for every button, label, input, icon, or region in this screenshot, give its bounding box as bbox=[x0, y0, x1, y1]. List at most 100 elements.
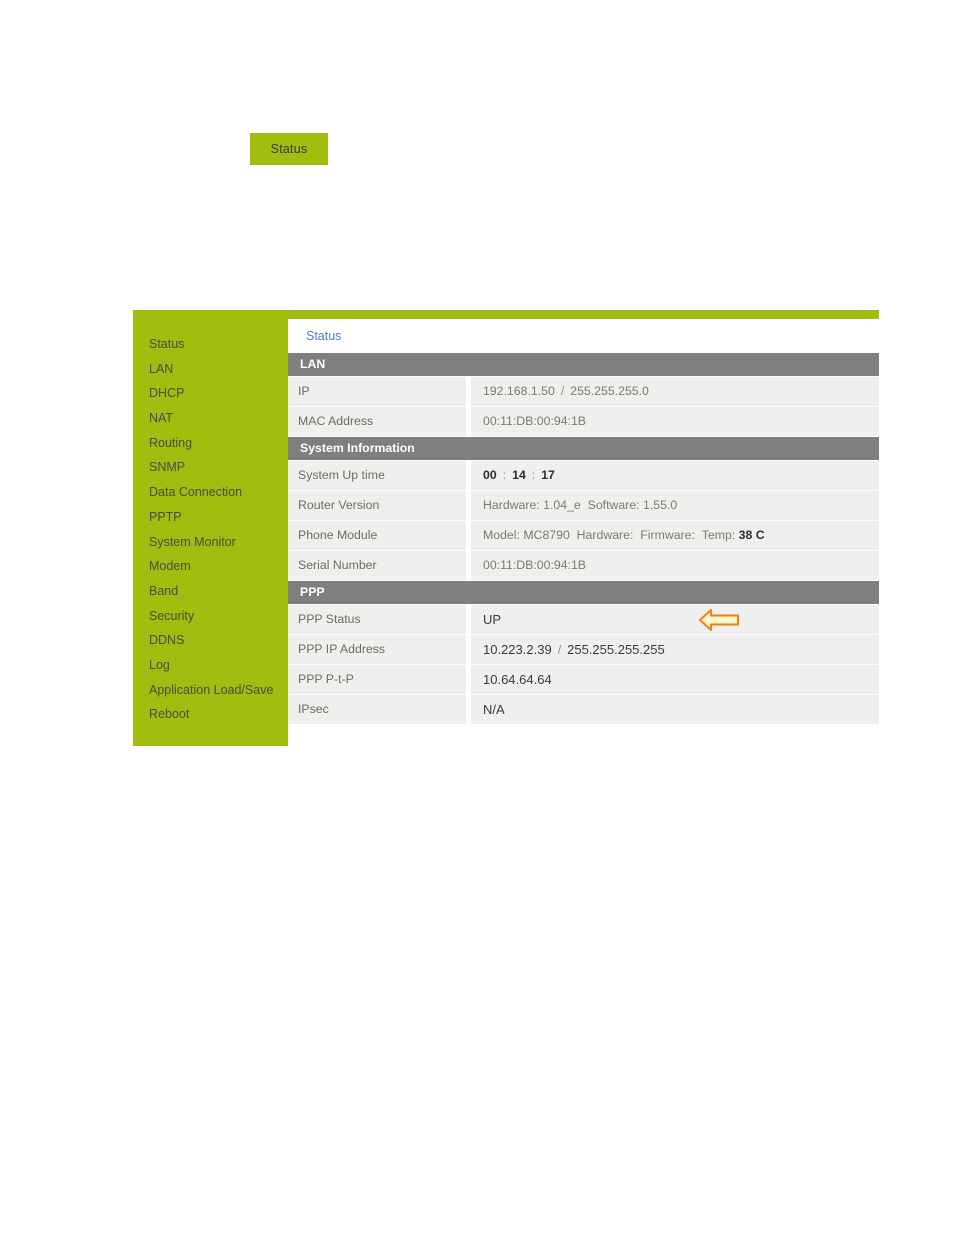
row-label: Router Version bbox=[288, 491, 466, 520]
ppp-status-badge: UP bbox=[483, 612, 502, 627]
phone-model-value: MC8790 bbox=[523, 528, 570, 542]
sidebar-item-label: Application Load/Save bbox=[149, 682, 274, 697]
ppp-ip-value: 10.223.2.39 bbox=[483, 642, 552, 657]
sidebar-item-label: Modem bbox=[149, 559, 191, 574]
sidebar-item-label: System Monitor bbox=[149, 534, 236, 549]
phone-firmware-key: Firmware: bbox=[640, 528, 695, 542]
section-header-lan: LAN bbox=[288, 353, 879, 376]
sidebar-item-data-connection[interactable]: Data Connection bbox=[133, 480, 288, 505]
status-button-label: Status bbox=[270, 142, 308, 156]
sidebar-item-modem[interactable]: Modem bbox=[133, 554, 288, 579]
sidebar-item-label: Routing bbox=[149, 435, 193, 450]
sidebar-item-label: NAT bbox=[149, 411, 174, 426]
row-label: PPP Status bbox=[288, 605, 466, 634]
section-title: System Information bbox=[300, 441, 415, 455]
row-value-ppp-status: UP bbox=[471, 605, 879, 634]
sidebar-item-lan[interactable]: LAN bbox=[133, 357, 288, 382]
table-row-system-uptime: System Up time 00:14:17 bbox=[288, 461, 879, 490]
row-label: System Up time bbox=[288, 461, 466, 490]
section-header-ppp: PPP bbox=[288, 581, 879, 604]
row-value-ppp-ip-address: 10.223.2.39 / 255.255.255.255 bbox=[471, 635, 879, 664]
table-row-serial-number: Serial Number 00:11:DB:00:94:1B bbox=[288, 551, 879, 580]
ipsec-value: N/A bbox=[483, 702, 505, 717]
sidebar-nav: Status LAN DHCP NAT Routing SNMP Data Co… bbox=[133, 319, 288, 746]
sidebar-item-label: DHCP bbox=[149, 386, 185, 401]
sidebar-item-label: Status bbox=[149, 337, 185, 351]
sidebar-item-label: Reboot bbox=[149, 707, 190, 722]
breadcrumb: Status bbox=[288, 319, 879, 353]
row-label: PPP P-t-P bbox=[288, 665, 466, 694]
status-button[interactable]: Status bbox=[250, 133, 328, 165]
sidebar-item-label: Security bbox=[149, 608, 195, 623]
row-value-lan-ip: 192.168.1.50 / 255.255.255.0 bbox=[471, 377, 879, 406]
router-software-value: 1.55.0 bbox=[643, 498, 678, 512]
row-label: PPP IP Address bbox=[288, 635, 466, 664]
sidebar-item-routing[interactable]: Routing bbox=[133, 431, 288, 456]
table-row-phone-module: Phone Module Model: MC8790 Hardware: Fir… bbox=[288, 521, 879, 550]
table-row-lan-ip: IP 192.168.1.50 / 255.255.255.0 bbox=[288, 377, 879, 406]
uptime-colon: : bbox=[502, 468, 507, 482]
uptime-minutes: 14 bbox=[512, 468, 526, 482]
uptime-hours: 00 bbox=[483, 468, 497, 482]
sidebar-item-log[interactable]: Log bbox=[133, 653, 288, 678]
sidebar-item-dhcp[interactable]: DHCP bbox=[133, 381, 288, 406]
phone-hardware-key: Hardware: bbox=[576, 528, 634, 542]
left-arrow-callout-icon bbox=[698, 607, 740, 633]
row-label: MAC Address bbox=[288, 407, 466, 436]
lan-netmask-value: 255.255.255.0 bbox=[570, 384, 649, 398]
table-row-router-version: Router Version Hardware: 1.04_e Software… bbox=[288, 491, 879, 520]
table-row-lan-mac: MAC Address 00:11:DB:00:94:1B bbox=[288, 407, 879, 436]
content-area: Status LAN IP 192.168.1.50 / 255.255.255.0… bbox=[288, 319, 879, 746]
phone-temp-value: 38 C bbox=[738, 528, 765, 542]
value-separator: / bbox=[557, 643, 562, 657]
row-value-lan-mac: 00:11:DB:00:94:1B bbox=[471, 407, 879, 436]
panel-top-accent-bar bbox=[133, 310, 879, 319]
router-hardware-key: Hardware: bbox=[483, 498, 540, 512]
sidebar-item-label: SNMP bbox=[149, 460, 186, 475]
sidebar-item-label: DDNS bbox=[149, 633, 185, 648]
breadcrumb-current: Status bbox=[306, 329, 342, 343]
sidebar-item-security[interactable]: Security bbox=[133, 604, 288, 629]
table-row-ppp-ptp: PPP P-t-P 10.64.64.64 bbox=[288, 665, 879, 694]
router-hardware-value: 1.04_e bbox=[543, 498, 581, 512]
sidebar-item-band[interactable]: Band bbox=[133, 579, 288, 604]
sidebar-item-nat[interactable]: NAT bbox=[133, 406, 288, 431]
router-software-key: Software: bbox=[587, 498, 640, 512]
uptime-colon: : bbox=[531, 468, 536, 482]
sidebar-item-status[interactable]: Status bbox=[133, 332, 288, 357]
table-row-ppp-ip-address: PPP IP Address 10.223.2.39 / 255.255.255.2… bbox=[288, 635, 879, 664]
uptime-seconds: 17 bbox=[541, 468, 555, 482]
sidebar-item-application-load-save[interactable]: Application Load/Save bbox=[133, 678, 288, 703]
sidebar-item-ddns[interactable]: DDNS bbox=[133, 628, 288, 653]
section-title: LAN bbox=[300, 357, 326, 371]
sidebar-item-label: Band bbox=[149, 583, 179, 598]
row-label: IP bbox=[288, 377, 466, 406]
row-label: Phone Module bbox=[288, 521, 466, 550]
router-admin-panel: Status LAN DHCP NAT Routing SNMP Data Co… bbox=[133, 310, 879, 746]
ppp-netmask-value: 255.255.255.255 bbox=[567, 642, 665, 657]
sidebar-item-snmp[interactable]: SNMP bbox=[133, 455, 288, 480]
phone-model-key: Model: bbox=[483, 528, 520, 542]
sidebar-item-reboot[interactable]: Reboot bbox=[133, 702, 288, 727]
phone-temp-key: Temp: bbox=[701, 528, 736, 542]
ppp-ptp-value: 10.64.64.64 bbox=[483, 672, 552, 687]
lan-ip-value: 192.168.1.50 bbox=[483, 384, 555, 398]
row-value-system-uptime: 00:14:17 bbox=[471, 461, 879, 490]
sidebar-item-label: Data Connection bbox=[149, 485, 243, 500]
sidebar-item-label: LAN bbox=[149, 361, 174, 376]
row-value-phone-module: Model: MC8790 Hardware: Firmware: Temp: … bbox=[471, 521, 879, 550]
table-row-ppp-status: PPP Status UP bbox=[288, 605, 879, 634]
row-label: Serial Number bbox=[288, 551, 466, 580]
row-value-serial-number: 00:11:DB:00:94:1B bbox=[471, 551, 879, 580]
sidebar-item-system-monitor[interactable]: System Monitor bbox=[133, 530, 288, 555]
sidebar-item-label: Log bbox=[149, 657, 170, 672]
value-separator: / bbox=[560, 384, 565, 398]
row-label: IPsec bbox=[288, 695, 466, 724]
table-row-ipsec: IPsec N/A bbox=[288, 695, 879, 724]
row-value-router-version: Hardware: 1.04_e Software: 1.55.0 bbox=[471, 491, 879, 520]
section-header-system-information: System Information bbox=[288, 437, 879, 460]
sidebar-item-pptp[interactable]: PPTP bbox=[133, 505, 288, 530]
row-value-ppp-ptp: 10.64.64.64 bbox=[471, 665, 879, 694]
section-title: PPP bbox=[300, 585, 325, 599]
row-value-ipsec: N/A bbox=[471, 695, 879, 724]
